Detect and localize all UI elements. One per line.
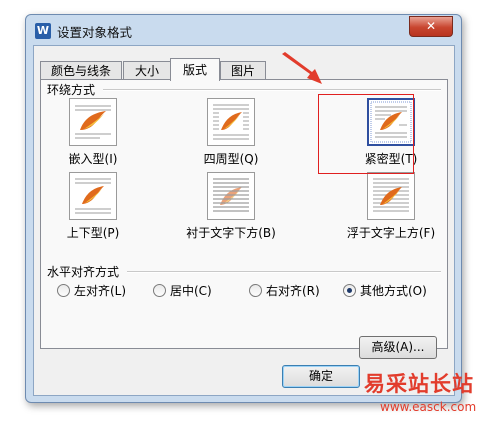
radio-label: 居中(C): [170, 284, 212, 298]
wps-writer-icon: W: [35, 23, 51, 39]
in-front-of-text-icon: [367, 172, 415, 220]
divider: [127, 271, 441, 273]
tab-size[interactable]: 大小: [123, 61, 171, 80]
radio-button[interactable]: [153, 284, 166, 297]
wrap-option-square[interactable]: 四周型(Q): [183, 98, 279, 168]
tab-picture[interactable]: 图片: [220, 61, 266, 80]
square-wrap-icon: [207, 98, 255, 146]
annotation-arrow-icon: [282, 52, 322, 84]
behind-text-icon: [207, 172, 255, 220]
wrap-option-label: 衬于文字下方(B): [186, 226, 276, 240]
advanced-button[interactable]: 高级(A)...: [359, 336, 437, 359]
radio-button-checked[interactable]: [343, 284, 356, 297]
close-button[interactable]: ✕: [409, 16, 453, 37]
ok-button[interactable]: 确定: [282, 365, 360, 388]
wrap-style-heading: 环绕方式: [47, 83, 96, 97]
wrap-option-label: 浮于文字上方(F): [346, 226, 436, 240]
radio-label: 右对齐(R): [266, 284, 320, 298]
radio-label: 其他方式(O): [360, 284, 427, 298]
tab-colors-lines[interactable]: 颜色与线条: [40, 61, 122, 80]
radio-button[interactable]: [57, 284, 70, 297]
top-bottom-icon: [69, 172, 117, 220]
wrap-option-top-bottom[interactable]: 上下型(P): [45, 172, 141, 242]
inline-icon: [69, 98, 117, 146]
wrap-option-label: 嵌入型(I): [68, 152, 118, 166]
title-bar[interactable]: W 设置对象格式 ✕: [26, 15, 461, 45]
dialog-title: 设置对象格式: [57, 25, 133, 40]
wrap-option-in-front[interactable]: 浮于文字上方(F): [343, 172, 439, 242]
tab-layout[interactable]: 版式: [170, 58, 220, 81]
close-icon: ✕: [425, 19, 437, 33]
wrap-option-label: 四周型(Q): [203, 152, 259, 166]
wrap-option-inline[interactable]: 嵌入型(I): [45, 98, 141, 168]
horizontal-alignment-heading: 水平对齐方式: [47, 265, 120, 279]
dialog-window: W 设置对象格式 ✕ 颜色与线条 大小 版式 图片 环绕方式 嵌入型(I) 四周…: [25, 14, 462, 403]
radio-button[interactable]: [249, 284, 262, 297]
wrap-option-label: 上下型(P): [66, 226, 120, 240]
wrap-option-behind-text[interactable]: 衬于文字下方(B): [183, 172, 279, 242]
divider: [103, 89, 441, 91]
radio-label: 左对齐(L): [74, 284, 127, 298]
watermark-title: 易采站长站: [364, 371, 474, 396]
selection-highlight-box: [318, 94, 414, 174]
watermark-url: www.easck.com: [380, 400, 477, 414]
